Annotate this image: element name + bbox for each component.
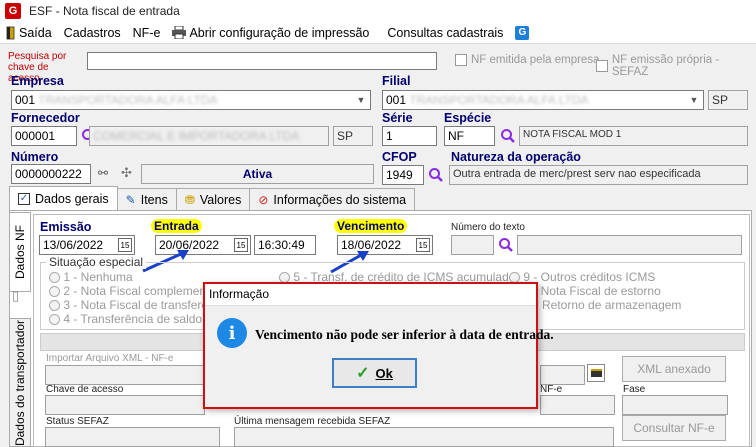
- cfop-label: CFOP: [382, 150, 417, 164]
- nfe-number-input: [540, 395, 615, 415]
- chave-acesso-input: [45, 395, 205, 415]
- status-sefaz-input: [45, 427, 220, 447]
- natureza-label: Natureza da operação: [451, 150, 581, 164]
- menu-saida[interactable]: Saída: [0, 22, 58, 44]
- empresa-label: Empresa: [11, 74, 64, 88]
- title-bar: G ESF - Nota fiscal de entrada: [0, 0, 756, 22]
- folder-open-button[interactable]: [587, 364, 605, 382]
- serie-label: Série: [382, 111, 413, 125]
- window-title: ESF - Nota fiscal de entrada: [29, 4, 180, 18]
- menu-nfe[interactable]: NF-e: [127, 22, 167, 44]
- checkmark-icon: ✓: [356, 365, 370, 382]
- tab-dados-gerais[interactable]: ✓ Dados gerais: [9, 186, 118, 210]
- fornecedor-uf: SP: [333, 126, 373, 146]
- emissao-date-input[interactable]: 13/06/2022 15: [39, 235, 135, 255]
- menu-cadastros[interactable]: Cadastros: [58, 22, 127, 44]
- especie-input[interactable]: NF: [444, 126, 495, 146]
- vencimento-label: Vencimento: [334, 219, 408, 233]
- radio-1[interactable]: 1 - Nenhuma: [49, 270, 133, 284]
- search-icon[interactable]: [428, 167, 444, 183]
- menu-g-logo[interactable]: G: [509, 22, 535, 44]
- g-app-icon: G: [515, 25, 530, 40]
- entrada-label: Entrada: [151, 219, 202, 233]
- coins-icon: ⛃: [184, 192, 195, 207]
- radio-2[interactable]: 2 - Nota Fiscal complementar: [49, 284, 220, 298]
- info-dialog: Informação i Vencimento não pode ser inf…: [203, 282, 554, 409]
- situacao-label: Situação especial: [46, 255, 147, 269]
- menu-abrir-config[interactable]: Abrir configuração de impressão: [166, 22, 375, 44]
- numero-texto-input[interactable]: [451, 235, 494, 255]
- calendar-icon[interactable]: 15: [416, 238, 430, 252]
- status-badge: Ativa: [141, 164, 374, 184]
- search-icon[interactable]: [498, 237, 514, 253]
- fornecedor-code-input[interactable]: 000001: [11, 126, 77, 146]
- numero-input[interactable]: 0000000222: [11, 164, 91, 184]
- menu-bar: Saída Cadastros NF-e Abrir configuração …: [0, 22, 756, 44]
- info-icon: i: [217, 318, 247, 348]
- nf-emissao-checkbox[interactable]: NF emissão própria - SEFAZ: [596, 54, 756, 78]
- binoculars-icon[interactable]: ⚯: [98, 166, 108, 180]
- numero-label: Número: [11, 150, 59, 164]
- numero-texto-label: Número do texto: [451, 222, 525, 233]
- xml-import-label: Importar Arquivo XML - NF-e: [46, 353, 174, 364]
- filial-label: Filial: [382, 74, 411, 88]
- tab-informacoes[interactable]: ⊘ Informações do sistema: [249, 188, 416, 210]
- dialog-body: i Vencimento não pode ser inferior à dat…: [205, 306, 554, 407]
- nfe-label: NF-e: [540, 384, 563, 395]
- app-logo-icon: G: [5, 3, 21, 19]
- printer-icon: [172, 26, 187, 39]
- dialog-title: Informação: [205, 284, 536, 306]
- consultar-nfe-button[interactable]: Consultar NF-e: [622, 415, 726, 441]
- status-sefaz-label: Status SEFAZ: [46, 416, 109, 427]
- fornecedor-label: Fornecedor: [11, 111, 80, 125]
- ok-button[interactable]: ✓ Ok: [332, 358, 417, 388]
- serie-input[interactable]: 1: [382, 126, 437, 146]
- search-icon[interactable]: [500, 128, 516, 144]
- exit-door-icon: [6, 26, 15, 39]
- tab-itens[interactable]: ✎ Itens: [116, 188, 177, 210]
- fase-label: Fase: [623, 384, 646, 395]
- ultima-msg-input: [234, 427, 614, 447]
- search-input[interactable]: [87, 52, 437, 70]
- dialog-message: Vencimento não pode ser inferior à data …: [255, 327, 554, 342]
- fase-input: [622, 395, 728, 415]
- main-tabs: ✓ Dados gerais ✎ Itens ⛃ Valores ⊘ Infor…: [9, 186, 416, 210]
- filial-select[interactable]: 001 TRANSPORTADORA ALFA LTDA ▼: [382, 90, 704, 110]
- vtab-dados-transportador[interactable]: Dados do transportador: [9, 318, 31, 447]
- chave-acesso-label: Chave de acesso: [46, 384, 124, 395]
- document-icon: ▯: [12, 288, 20, 303]
- tab-valores[interactable]: ⛃ Valores: [175, 188, 251, 210]
- calendar-icon[interactable]: 15: [118, 238, 132, 252]
- especie-desc: NOTA FISCAL MOD 1: [519, 126, 748, 146]
- filial-uf: SP: [708, 90, 748, 110]
- entrada-time-input[interactable]: 16:30:49: [254, 235, 316, 255]
- numero-texto-desc: [517, 235, 742, 255]
- xml-path-input[interactable]: [540, 365, 585, 385]
- emissao-label: Emissão: [40, 220, 92, 234]
- chevron-down-icon: ▼: [689, 95, 699, 105]
- especie-label: Espécie: [444, 111, 492, 125]
- edit-document-icon: ✎: [125, 192, 136, 207]
- fornecedor-name: COMERCIAL E IMPORTADORA LTDA: [89, 126, 329, 146]
- natureza-value: Outra entrada de merc/prest serv nao esp…: [449, 165, 748, 185]
- crosshair-icon[interactable]: ✣: [121, 165, 132, 181]
- cfop-input[interactable]: 1949: [382, 165, 424, 185]
- system-info-icon: ⊘: [258, 192, 269, 207]
- checkbox-icon: ✓: [18, 192, 30, 205]
- ultima-msg-label: Última mensagem recebida SEFAZ: [234, 416, 391, 427]
- folder-icon: [590, 369, 602, 377]
- chevron-down-icon: ▼: [356, 95, 366, 105]
- calendar-icon[interactable]: 15: [234, 238, 248, 252]
- xml-import-input[interactable]: [45, 365, 205, 385]
- xml-anexado-button[interactable]: XML anexado: [622, 356, 726, 382]
- nf-emitida-checkbox[interactable]: NF emitida pela empresa: [455, 54, 599, 66]
- vtab-dados-nf[interactable]: Dados NF: [9, 212, 31, 292]
- empresa-select[interactable]: 001 TRANSPORTADORA ALFA LTDA ▼: [11, 90, 371, 110]
- menu-consultas[interactable]: Consultas cadastrais: [381, 22, 509, 44]
